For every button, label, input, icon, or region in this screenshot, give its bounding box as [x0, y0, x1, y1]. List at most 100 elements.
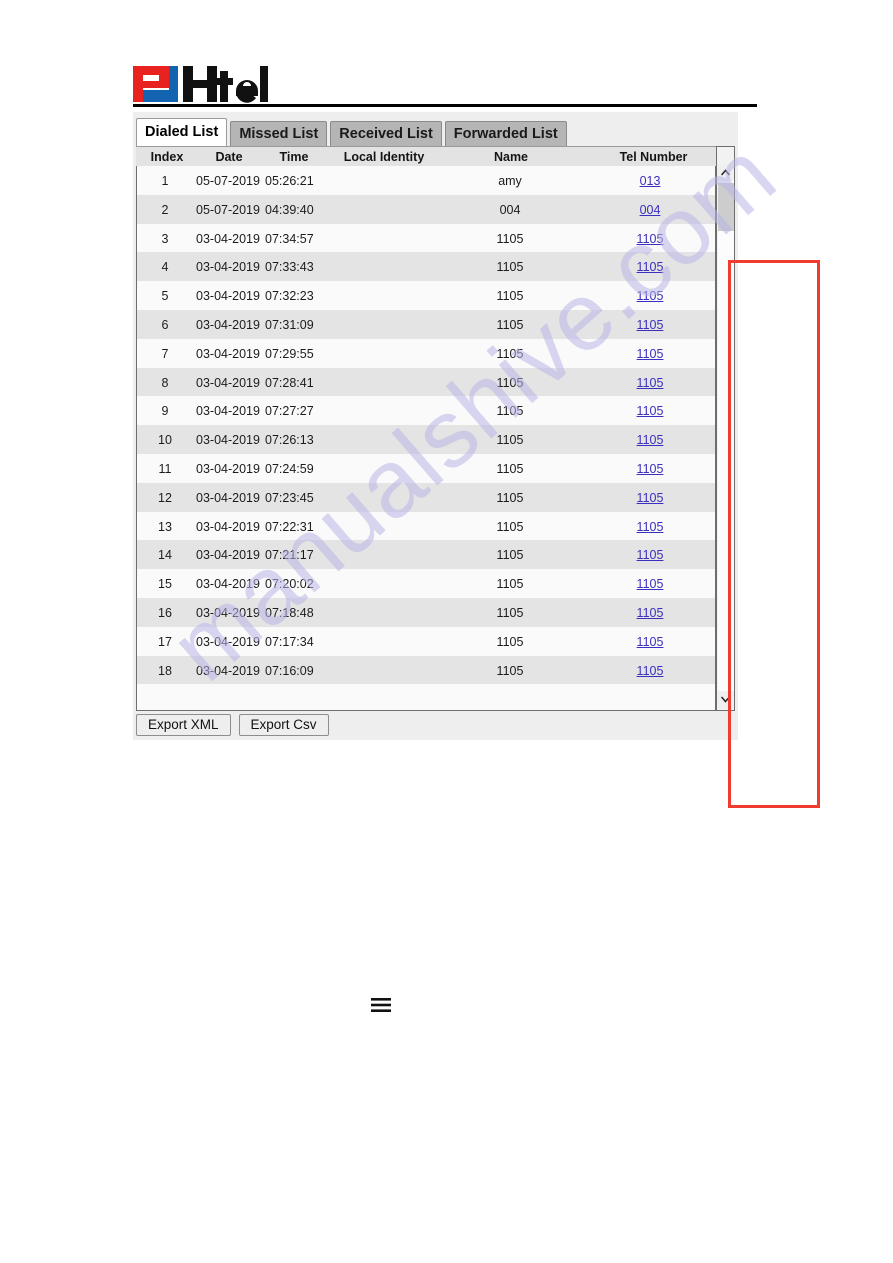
cell-tel-number[interactable]: 1105 — [593, 520, 707, 534]
cell-tel-number[interactable]: 1105 — [593, 347, 707, 361]
cell-time: 07:18:48 — [265, 605, 314, 620]
cell-time: 07:17:34 — [265, 634, 314, 649]
cell-tel-number[interactable]: 1105 — [593, 376, 707, 390]
tab-forwarded-list[interactable]: Forwarded List — [444, 121, 567, 146]
tab-missed-list[interactable]: Missed List — [230, 121, 328, 146]
table-row[interactable]: 2 05-07-2019 04:39:40 004 004 — [137, 194, 715, 224]
cell-name: 1105 — [496, 317, 524, 332]
table-row[interactable]: 9 03-04-2019 07:27:27 1105 1105 — [137, 396, 715, 426]
cell-tel-number[interactable]: 1105 — [593, 664, 707, 678]
tel-number-link[interactable]: 1105 — [637, 232, 664, 246]
tel-number-link[interactable]: 1105 — [637, 577, 664, 591]
tel-number-highlight-box — [728, 260, 820, 808]
table-row[interactable]: 1 05-07-2019 05:26:21 amy 013 — [137, 166, 715, 195]
cell-tel-number[interactable]: 1105 — [593, 462, 707, 476]
export-csv-button[interactable]: Export Csv — [238, 714, 329, 736]
column-header-index[interactable]: Index — [141, 150, 193, 164]
tel-number-link[interactable]: 1105 — [637, 289, 664, 303]
cell-name: 1105 — [496, 605, 524, 620]
tab-received-list[interactable]: Received List — [330, 121, 442, 146]
column-header-time[interactable]: Time — [268, 150, 320, 164]
tel-number-link[interactable]: 1105 — [637, 548, 664, 562]
tel-number-link[interactable]: 004 — [640, 203, 661, 217]
table-row[interactable]: 11 03-04-2019 07:24:59 1105 1105 — [137, 453, 715, 483]
column-header-local-identity[interactable]: Local Identity — [329, 150, 439, 164]
tel-number-link[interactable]: 1105 — [637, 347, 664, 361]
table-row[interactable]: 6 03-04-2019 07:31:09 1105 1105 — [137, 309, 715, 339]
cell-tel-number[interactable]: 013 — [593, 174, 707, 188]
tel-number-link[interactable]: 1105 — [637, 491, 664, 505]
scrollbar-thumb[interactable] — [718, 183, 734, 231]
cell-tel-number[interactable]: 1105 — [593, 433, 707, 447]
column-header-name[interactable]: Name — [476, 150, 546, 164]
cell-date: 03-04-2019 — [196, 433, 260, 448]
table-row[interactable]: 10 03-04-2019 07:26:13 1105 1105 — [137, 425, 715, 454]
column-header-tel-number[interactable]: Tel Number — [596, 150, 711, 164]
cell-date: 03-04-2019 — [196, 548, 260, 563]
cell-date: 05-07-2019 — [196, 202, 260, 217]
tab-label: Received List — [339, 125, 433, 142]
table-row[interactable]: 16 03-04-2019 07:18:48 1105 1105 — [137, 597, 715, 627]
table-row[interactable]: 13 03-04-2019 07:22:31 1105 1105 — [137, 511, 715, 541]
cell-tel-number[interactable]: 1105 — [593, 318, 707, 332]
cell-time: 07:31:09 — [265, 317, 314, 332]
tel-number-link[interactable]: 1105 — [637, 462, 664, 476]
cell-tel-number[interactable]: 1105 — [593, 606, 707, 620]
cell-date: 03-04-2019 — [196, 461, 260, 476]
scroll-up-button[interactable] — [717, 164, 734, 181]
cell-date: 03-04-2019 — [196, 404, 260, 419]
table-row[interactable]: 17 03-04-2019 07:17:34 1105 1105 — [137, 626, 715, 656]
tel-number-link[interactable]: 1105 — [637, 376, 664, 390]
cell-tel-number[interactable]: 1105 — [593, 289, 707, 303]
export-xml-button[interactable]: Export XML — [136, 714, 231, 736]
cell-tel-number[interactable]: 1105 — [593, 491, 707, 505]
table-row[interactable]: 14 03-04-2019 07:21:17 1105 1105 — [137, 540, 715, 570]
hamburger-menu-icon[interactable] — [370, 997, 392, 1018]
cell-date: 03-04-2019 — [196, 260, 260, 275]
tel-number-link[interactable]: 1105 — [637, 664, 664, 678]
cell-index: 16 — [158, 605, 172, 620]
brand-logo — [133, 64, 269, 108]
cell-tel-number[interactable]: 004 — [593, 203, 707, 217]
tel-number-link[interactable]: 1105 — [637, 260, 664, 274]
cell-name: 1105 — [496, 346, 524, 361]
table-row[interactable]: 15 03-04-2019 07:20:02 1105 1105 — [137, 569, 715, 598]
table-row[interactable]: 18 03-04-2019 07:16:09 1105 1105 — [137, 655, 715, 685]
cell-time: 07:20:02 — [265, 577, 314, 592]
tel-number-link[interactable]: 1105 — [637, 318, 664, 332]
cell-name: 1105 — [496, 404, 524, 419]
call-log-table[interactable]: 1 05-07-2019 05:26:21 amy 013 2 05-07-2019 04:3… — [136, 166, 716, 711]
cell-tel-number[interactable]: 1105 — [593, 404, 707, 418]
cell-tel-number[interactable]: 1105 — [593, 577, 707, 591]
table-row[interactable]: 4 03-04-2019 07:33:43 1105 1105 — [137, 252, 715, 282]
tel-number-link[interactable]: 1105 — [637, 635, 664, 649]
cell-index: 8 — [161, 375, 169, 390]
cell-date: 03-04-2019 — [196, 317, 260, 332]
tel-number-link[interactable]: 1105 — [637, 606, 664, 620]
tel-number-link[interactable]: 1105 — [637, 404, 664, 418]
cell-index: 14 — [158, 548, 172, 563]
cell-index: 10 — [158, 433, 172, 448]
table-row[interactable]: 5 03-04-2019 07:32:23 1105 1105 — [137, 281, 715, 310]
scroll-down-button[interactable] — [717, 691, 734, 708]
table-row[interactable]: 8 03-04-2019 07:28:41 1105 1105 — [137, 367, 715, 397]
cell-date: 03-04-2019 — [196, 375, 260, 390]
cell-tel-number[interactable]: 1105 — [593, 232, 707, 246]
cell-tel-number[interactable]: 1105 — [593, 260, 707, 274]
table-scrollbar[interactable] — [716, 146, 735, 711]
tel-number-link[interactable]: 1105 — [637, 520, 664, 534]
table-row[interactable]: 12 03-04-2019 07:23:45 1105 1105 — [137, 482, 715, 512]
cell-tel-number[interactable]: 1105 — [593, 635, 707, 649]
tel-number-link[interactable]: 013 — [640, 174, 661, 188]
tab-dialed-list[interactable]: Dialed List — [136, 118, 228, 146]
cell-tel-number[interactable]: 1105 — [593, 548, 707, 562]
cell-name: 1105 — [496, 634, 524, 649]
cell-time: 07:32:23 — [265, 289, 314, 304]
table-row[interactable]: 3 03-04-2019 07:34:57 1105 1105 — [137, 223, 715, 253]
cell-time: 07:33:43 — [265, 260, 314, 275]
table-row[interactable]: 7 03-04-2019 07:29:55 1105 1105 — [137, 338, 715, 368]
tab-label: Missed List — [239, 125, 319, 142]
scrollbar-track[interactable] — [718, 181, 734, 691]
tel-number-link[interactable]: 1105 — [637, 433, 664, 447]
column-header-date[interactable]: Date — [198, 150, 260, 164]
